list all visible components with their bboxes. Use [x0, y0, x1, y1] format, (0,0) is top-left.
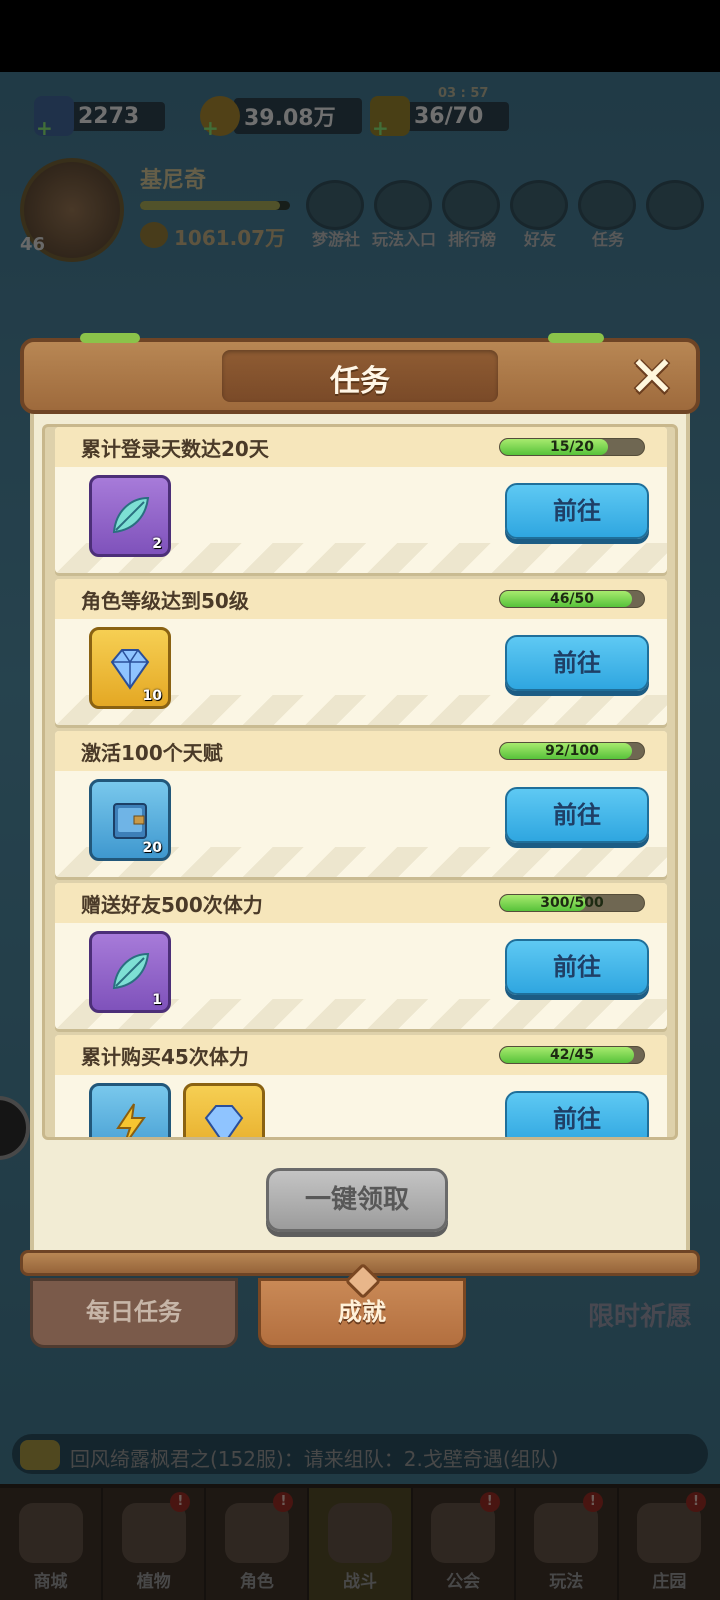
- lightning-icon: [116, 1103, 146, 1137]
- task-name: 累计登录天数达20天: [81, 437, 269, 461]
- reward-item[interactable]: [183, 1083, 265, 1137]
- reward-count: 2: [152, 536, 162, 552]
- progress-text: 300/500: [540, 895, 604, 911]
- reward-item[interactable]: 20: [89, 779, 171, 861]
- reward-count: 1: [152, 992, 162, 1008]
- task-header: 累计登录天数达20天 15/20: [55, 427, 667, 467]
- reward-count: 20: [142, 840, 162, 856]
- grass-decoration: [80, 333, 140, 343]
- task-name: 累计购买45次体力: [81, 1045, 249, 1069]
- leaf-icon: [112, 496, 150, 534]
- progress-text: 92/100: [545, 743, 599, 759]
- task-header: 赠送好友500次体力 300/500: [55, 883, 667, 923]
- progress-text: 42/45: [549, 1047, 595, 1063]
- task-progress-bar: 300/500: [499, 894, 645, 912]
- task-row: 激活100个天赋 92/100 20 前往: [55, 731, 667, 877]
- reward-item[interactable]: 10: [89, 627, 171, 709]
- dialog-title: 任务: [330, 364, 390, 399]
- tab-daily-tasks[interactable]: 每日任务: [30, 1278, 238, 1348]
- task-progress-bar: 42/45: [499, 1046, 645, 1064]
- go-button[interactable]: 前往: [505, 1091, 649, 1137]
- task-progress-bar: 46/50: [499, 590, 645, 608]
- task-header: 角色等级达到50级 46/50: [55, 579, 667, 619]
- reward-count: 10: [142, 688, 162, 704]
- status-bar: [0, 0, 720, 72]
- progress-text: 15/20: [549, 439, 595, 455]
- task-header: 累计购买45次体力 42/45: [55, 1035, 667, 1075]
- task-header: 激活100个天赋 92/100: [55, 731, 667, 771]
- task-row: 赠送好友500次体力 300/500 1 前往: [55, 883, 667, 1029]
- go-button[interactable]: 前往: [505, 939, 649, 995]
- task-progress-bar: 15/20: [499, 438, 645, 456]
- reward-item[interactable]: [89, 1083, 171, 1137]
- task-list[interactable]: 累计登录天数达20天 15/20 2 前往 角色等级达到50级 46/50 10…: [42, 424, 678, 1140]
- diamond-icon: [204, 1105, 244, 1137]
- go-button[interactable]: 前往: [505, 483, 649, 539]
- task-progress-bar: 92/100: [499, 742, 645, 760]
- go-button[interactable]: 前往: [505, 635, 649, 691]
- task-name: 角色等级达到50级: [81, 589, 249, 613]
- progress-text: 46/50: [549, 591, 595, 607]
- task-name: 赠送好友500次体力: [81, 893, 263, 917]
- leaf-icon: [112, 952, 150, 990]
- claim-all-button[interactable]: 一键领取: [266, 1168, 448, 1232]
- book-icon: [113, 803, 147, 839]
- reward-item[interactable]: 1: [89, 931, 171, 1013]
- go-button[interactable]: 前往: [505, 787, 649, 843]
- grass-decoration: [548, 333, 604, 343]
- reward-item[interactable]: 2: [89, 475, 171, 557]
- close-button[interactable]: ✕: [624, 350, 680, 406]
- task-row: 累计购买45次体力 42/45 前往: [55, 1035, 667, 1137]
- task-name: 激活100个天赋: [81, 741, 223, 765]
- diamond-icon: [110, 649, 150, 690]
- task-row: 累计登录天数达20天 15/20 2 前往: [55, 427, 667, 573]
- task-row: 角色等级达到50级 46/50 10 前往: [55, 579, 667, 725]
